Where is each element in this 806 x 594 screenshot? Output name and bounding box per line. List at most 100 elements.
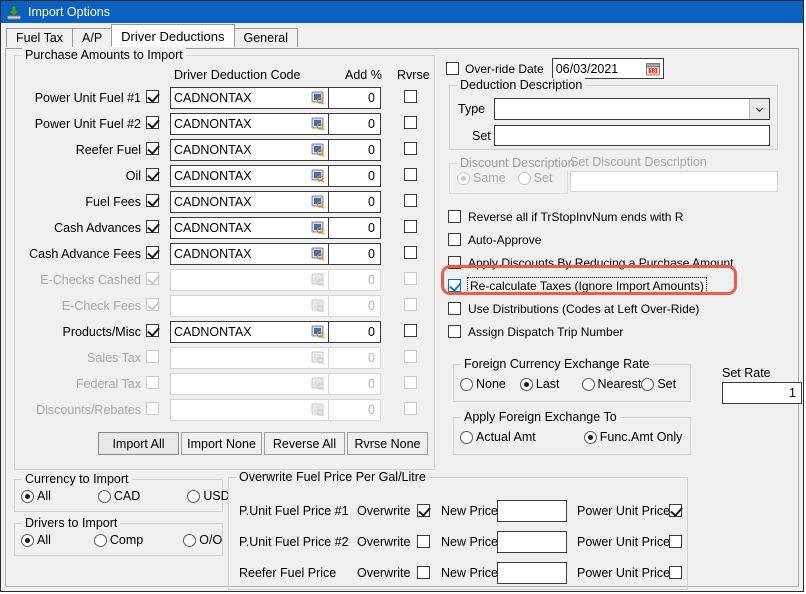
lookup-icon-4[interactable] bbox=[311, 195, 325, 209]
row-import-checkbox-2[interactable] bbox=[146, 142, 159, 155]
row-code-field-3[interactable]: CADNONTAX bbox=[170, 165, 329, 187]
apply-fx-radio-func-amt-only[interactable] bbox=[583, 430, 597, 444]
row-add-pct-field-5[interactable]: 0 bbox=[328, 217, 381, 239]
fuel-row-power-unit-checkbox-1[interactable] bbox=[669, 535, 682, 548]
fx-rate-option-last[interactable]: Last bbox=[519, 377, 560, 391]
row-add-pct-field-7: 0 bbox=[328, 269, 381, 291]
row-code-field-1[interactable]: CADNONTAX bbox=[170, 113, 329, 135]
row-import-checkbox-1[interactable] bbox=[146, 116, 159, 129]
option-checkbox-2[interactable] bbox=[448, 256, 461, 269]
row-code-field-9[interactable]: CADNONTAX bbox=[170, 321, 329, 343]
apply-fx-option-func-amt-only[interactable]: Func.Amt Only bbox=[583, 430, 682, 444]
currency-radio-usd[interactable] bbox=[187, 489, 201, 503]
drivers-option-comp[interactable]: Comp bbox=[93, 533, 144, 547]
row-code-value-6: CADNONTAX bbox=[174, 247, 252, 261]
drivers-option-all[interactable]: All bbox=[21, 533, 51, 547]
row-add-pct-field-4[interactable]: 0 bbox=[328, 191, 381, 213]
fuel-row-overwrite-checkbox-2[interactable] bbox=[417, 566, 430, 579]
option-checkbox-1[interactable] bbox=[448, 233, 461, 246]
option-checkbox-5[interactable] bbox=[448, 325, 461, 338]
import-all-button[interactable]: Import All bbox=[98, 432, 179, 455]
chevron-down-icon[interactable] bbox=[749, 99, 769, 119]
fx-rate-option-nearest[interactable]: Nearest bbox=[581, 377, 641, 391]
row-import-checkbox-3[interactable] bbox=[146, 168, 159, 181]
row-rvrse-checkbox-6[interactable] bbox=[404, 246, 417, 259]
import-none-button[interactable]: Import None bbox=[181, 432, 262, 455]
row-add-pct-field-6[interactable]: 0 bbox=[328, 243, 381, 265]
row-import-checkbox-9[interactable] bbox=[146, 324, 159, 337]
currency-radio-cad[interactable] bbox=[97, 489, 111, 503]
fuel-row-overwrite-checkbox-0[interactable] bbox=[417, 504, 430, 517]
row-rvrse-checkbox-4[interactable] bbox=[404, 194, 417, 207]
row-rvrse-checkbox-3[interactable] bbox=[404, 168, 417, 181]
lookup-icon-11 bbox=[311, 377, 325, 391]
lookup-icon-2[interactable] bbox=[311, 143, 325, 157]
row-rvrse-checkbox-5[interactable] bbox=[404, 220, 417, 233]
option-checkbox-3[interactable] bbox=[448, 279, 461, 292]
fx-rate-option-none[interactable]: None bbox=[460, 377, 506, 391]
lookup-icon-1[interactable] bbox=[311, 117, 325, 131]
fuel-row-new-price-field-0[interactable] bbox=[497, 500, 567, 522]
drivers-label-1: Comp bbox=[109, 533, 144, 547]
row-code-field-0[interactable]: CADNONTAX bbox=[170, 87, 329, 109]
tab-fuel-tax[interactable]: Fuel Tax bbox=[6, 28, 74, 47]
tab-general[interactable]: General bbox=[233, 28, 298, 47]
tab-a-p[interactable]: A/P bbox=[72, 28, 113, 47]
deduction-set-field[interactable] bbox=[494, 125, 770, 146]
fx-rate-option-set[interactable]: Set bbox=[641, 377, 676, 391]
override-date-field[interactable]: 06/03/2021 13 bbox=[551, 58, 664, 79]
currency-radio-all[interactable] bbox=[21, 489, 34, 503]
row-import-checkbox-0[interactable] bbox=[146, 90, 159, 103]
fx-rate-radio-last[interactable] bbox=[519, 377, 533, 391]
fuel-row-power-unit-checkbox-2[interactable] bbox=[669, 566, 682, 579]
row-rvrse-checkbox-9[interactable] bbox=[404, 324, 417, 337]
fuel-row-new-price-field-1[interactable] bbox=[497, 531, 567, 553]
option-checkbox-0[interactable] bbox=[448, 210, 461, 223]
reverse-all-button[interactable]: Reverse All bbox=[264, 432, 345, 455]
lookup-icon-0[interactable] bbox=[311, 91, 325, 105]
fx-rate-radio-none[interactable] bbox=[460, 377, 473, 391]
row-import-checkbox-5[interactable] bbox=[146, 220, 159, 233]
rvrse-none-button[interactable]: Rvrse None bbox=[347, 432, 428, 455]
row-rvrse-checkbox-1[interactable] bbox=[404, 116, 417, 129]
currency-option-cad[interactable]: CAD bbox=[97, 489, 141, 503]
row-code-field-2[interactable]: CADNONTAX bbox=[170, 139, 329, 161]
tab-driver-deductions[interactable]: Driver Deductions bbox=[111, 24, 235, 47]
row-import-checkbox-6[interactable] bbox=[146, 246, 159, 259]
row-code-field-12 bbox=[170, 399, 329, 421]
row-import-checkbox-4[interactable] bbox=[146, 194, 159, 207]
row-rvrse-checkbox-2[interactable] bbox=[404, 142, 417, 155]
drivers-radio-comp[interactable] bbox=[93, 533, 107, 547]
row-rvrse-checkbox-0[interactable] bbox=[404, 90, 417, 103]
row-add-pct-field-0[interactable]: 0 bbox=[328, 87, 381, 109]
fuel-row-new-price-field-2[interactable] bbox=[497, 562, 567, 584]
lookup-icon-6[interactable] bbox=[311, 247, 325, 261]
drivers-radio-all[interactable] bbox=[21, 533, 34, 547]
row-code-field-4[interactable]: CADNONTAX bbox=[170, 191, 329, 213]
fuel-row-overwrite-checkbox-1[interactable] bbox=[417, 535, 430, 548]
row-add-pct-field-3[interactable]: 0 bbox=[328, 165, 381, 187]
apply-fx-option-actual-amt[interactable]: Actual Amt bbox=[460, 430, 536, 444]
deduction-type-combo[interactable] bbox=[494, 98, 770, 120]
fx-rate-radio-set[interactable] bbox=[641, 377, 655, 391]
currency-label-1: CAD bbox=[113, 489, 141, 503]
drivers-option-o-o[interactable]: O/O bbox=[183, 533, 222, 547]
row-code-field-5[interactable]: CADNONTAX bbox=[170, 217, 329, 239]
currency-option-all[interactable]: All bbox=[21, 489, 51, 503]
fx-rate-radio-nearest[interactable] bbox=[581, 377, 595, 391]
apply-fx-radio-actual-amt[interactable] bbox=[460, 430, 473, 444]
row-add-pct-field-1[interactable]: 0 bbox=[328, 113, 381, 135]
row-add-pct-field-9[interactable]: 0 bbox=[328, 321, 381, 343]
row-code-field-6[interactable]: CADNONTAX bbox=[170, 243, 329, 265]
lookup-icon-5[interactable] bbox=[311, 221, 325, 235]
currency-option-usd[interactable]: USD bbox=[187, 489, 230, 503]
drivers-radio-o-o[interactable] bbox=[183, 533, 197, 547]
set-rate-field[interactable]: 1 bbox=[722, 382, 802, 404]
row-add-pct-field-2[interactable]: 0 bbox=[328, 139, 381, 161]
lookup-icon-3[interactable] bbox=[311, 169, 325, 183]
fuel-row-power-unit-checkbox-0[interactable] bbox=[669, 504, 682, 517]
lookup-icon-9[interactable] bbox=[311, 325, 325, 339]
option-checkbox-4[interactable] bbox=[448, 302, 461, 315]
calendar-icon[interactable]: 13 bbox=[645, 62, 660, 76]
override-date-checkbox[interactable] bbox=[446, 62, 459, 75]
